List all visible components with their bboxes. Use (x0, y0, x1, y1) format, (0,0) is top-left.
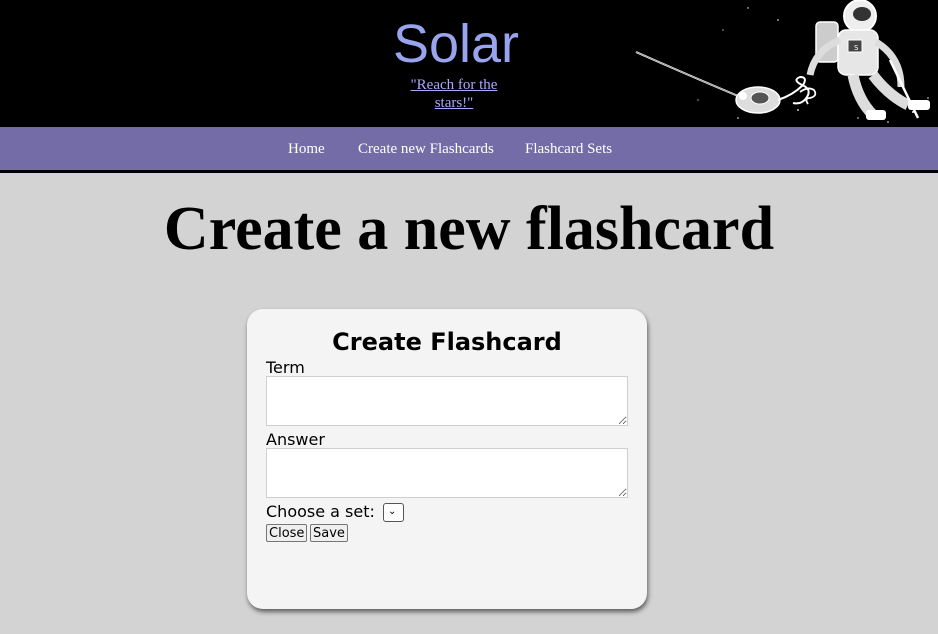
close-button[interactable]: Close (266, 524, 308, 542)
astronaut-illustration: S (635, 0, 930, 123)
answer-input[interactable] (266, 448, 628, 498)
page-title: Create a new flashcard (163, 195, 775, 263)
create-flashcard-form: Create Flashcard Term Answer Choose a se… (247, 309, 647, 609)
term-label: Term (266, 358, 305, 377)
nav-item-create-flashcards[interactable]: Create new Flashcards (358, 141, 494, 158)
site-brand: Solar (392, 14, 520, 74)
main-nav: Home Create new Flashcards Flashcard Set… (0, 127, 938, 173)
nav-item-flashcard-sets[interactable]: Flashcard Sets (525, 141, 612, 158)
tagline-link[interactable]: "Reach for the stars!" (394, 76, 514, 112)
save-button[interactable]: Save (310, 524, 348, 542)
set-select[interactable]: ⌄ (383, 503, 404, 522)
term-input[interactable] (266, 376, 628, 426)
chevron-down-icon: ⌄ (388, 506, 397, 517)
answer-label: Answer (266, 430, 325, 449)
svg-text:S: S (854, 44, 859, 52)
set-label: Choose a set: (266, 502, 375, 521)
form-title: Create Flashcard (332, 328, 562, 356)
nav-item-home[interactable]: Home (288, 141, 325, 158)
site-header: Solar "Reach for the stars!" S (0, 0, 938, 127)
